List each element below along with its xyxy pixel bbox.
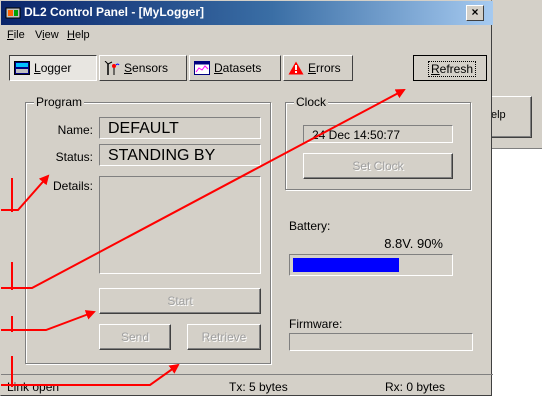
arrow-to-start [1, 310, 96, 331]
arrow-to-details [1, 174, 50, 211]
arrow-to-retrieve [1, 363, 180, 386]
annotation-arrows [1, 89, 406, 387]
arrow-to-refresh [1, 89, 406, 289]
